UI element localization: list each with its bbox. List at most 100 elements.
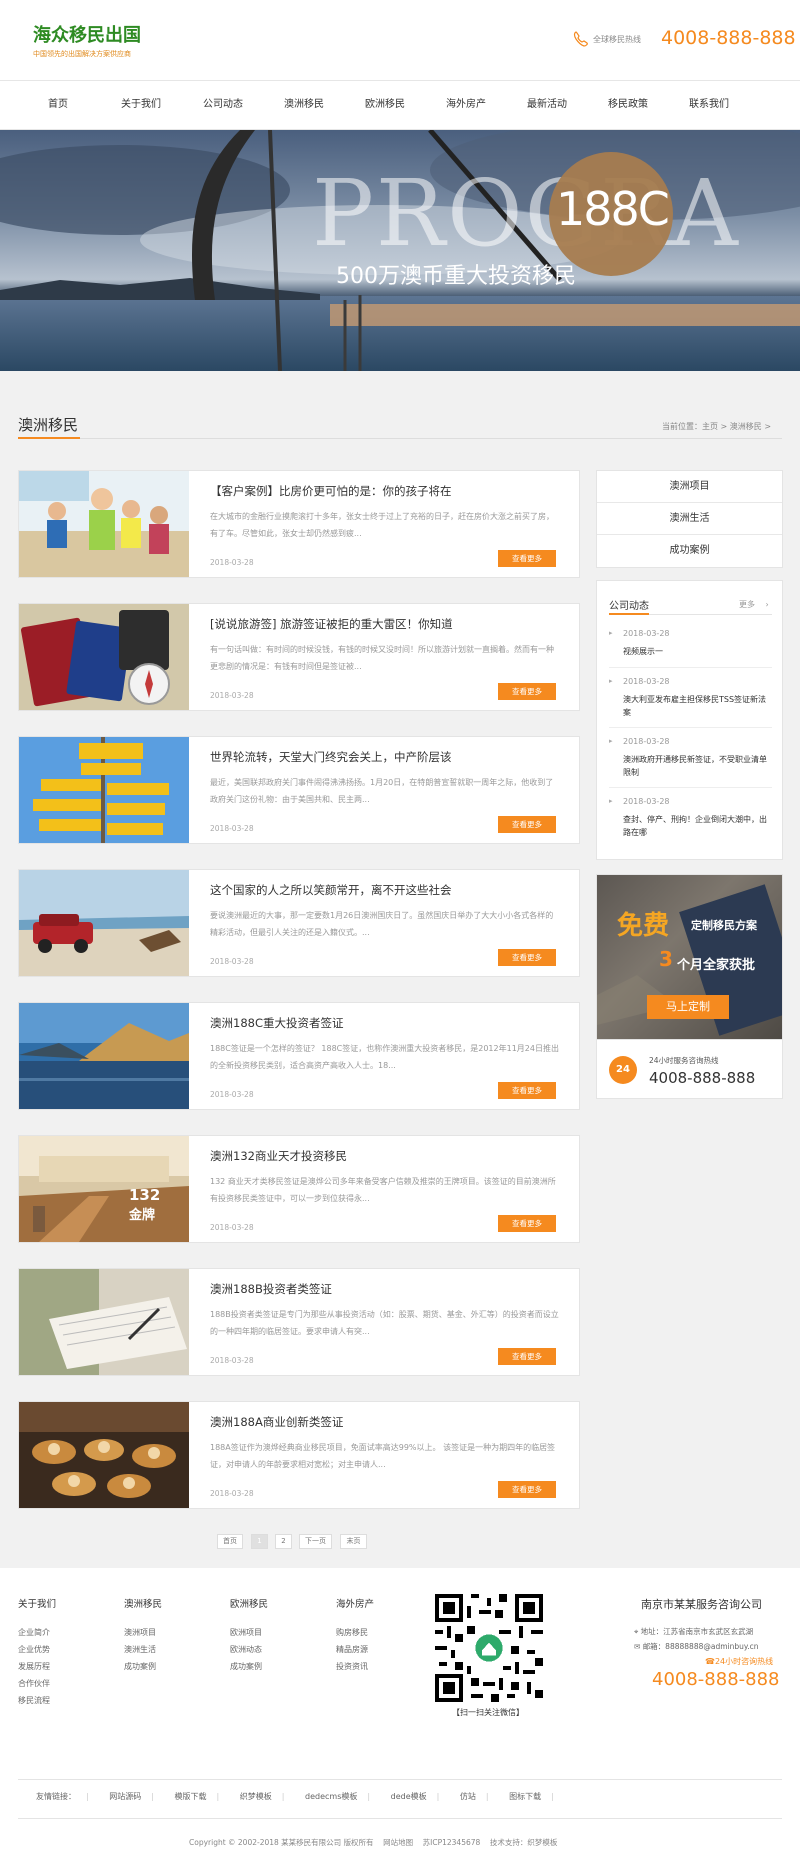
friend-link[interactable]: 图标下载: [509, 1792, 541, 1801]
nav-item-property[interactable]: 海外房产: [426, 81, 506, 129]
nav-item-australia[interactable]: 澳洲移民: [264, 81, 344, 129]
footer-col-title[interactable]: 欧洲移民: [230, 1596, 268, 1610]
read-more-button[interactable]: 查看更多: [498, 816, 556, 833]
news-item[interactable]: 【客户案例】比房价更可怕的是：你的孩子将在 在大城市的金融行业摸爬滚打十多年，张…: [18, 470, 580, 578]
read-more-button[interactable]: 查看更多: [498, 1082, 556, 1099]
mail-icon: ✉: [634, 1642, 641, 1651]
sidebar-item-projects[interactable]: 澳洲项目: [597, 471, 782, 503]
read-more-button[interactable]: 查看更多: [498, 1215, 556, 1232]
footer-link[interactable]: 企业简介: [18, 1624, 56, 1641]
nav-item-about[interactable]: 关于我们: [101, 81, 181, 129]
news-date: 2018-03-28: [210, 1223, 254, 1232]
more-link-label[interactable]: 更多: [739, 600, 755, 609]
news-thumbnail[interactable]: [19, 471, 189, 577]
news-title[interactable]: 【客户案例】比房价更可怕的是：你的孩子将在: [210, 483, 452, 499]
customize-now-button[interactable]: 马上定制: [647, 995, 729, 1019]
news-date: 2018-03-28: [210, 691, 254, 700]
news-title[interactable]: 澳洲188C重大投资者签证: [210, 1015, 343, 1031]
friend-link[interactable]: 模版下载: [175, 1792, 207, 1801]
news-item[interactable]: 132 金牌 澳洲132商业天才投资移民 132 商业天才类移民签证是澳烨公司多…: [18, 1135, 580, 1243]
sidebar-item-life[interactable]: 澳洲生活: [597, 503, 782, 535]
footer-link[interactable]: 成功案例: [230, 1658, 268, 1675]
news-thumbnail[interactable]: 132 金牌: [19, 1136, 189, 1242]
footer-link[interactable]: 发展历程: [18, 1658, 56, 1675]
arrow-icon: ▸: [609, 677, 613, 685]
sidebar-news-panel: 公司动态 更多 › ▸ 2018-03-28 视频展示一 ▸ 2018-03-2…: [596, 580, 783, 860]
section-divider: [18, 438, 782, 439]
footer-link[interactable]: 澳洲生活: [124, 1641, 162, 1658]
footer-link[interactable]: 欧洲项目: [230, 1624, 268, 1641]
news-item[interactable]: [说说旅游签] 旅游签证被拒的重大雷区！你知道 有一句话叫做：有时间的时候没钱，…: [18, 603, 580, 711]
friend-link[interactable]: dedecms模板: [305, 1792, 357, 1801]
nav-item-policy[interactable]: 移民政策: [588, 81, 668, 129]
friend-link[interactable]: 网站源码: [109, 1792, 141, 1801]
nav-item-contact[interactable]: 联系我们: [669, 81, 749, 129]
news-title[interactable]: 世界轮流转，天堂大门终究会关上，中产阶层该: [210, 749, 452, 765]
nav-item-europe[interactable]: 欧洲移民: [345, 81, 425, 129]
footer-link[interactable]: 投资资讯: [336, 1658, 374, 1675]
footer-col-title[interactable]: 海外房产: [336, 1596, 374, 1610]
footer-col-title[interactable]: 澳洲移民: [124, 1596, 162, 1610]
news-thumbnail[interactable]: [19, 1269, 189, 1375]
news-thumbnail[interactable]: [19, 870, 189, 976]
friend-link[interactable]: 仿站: [460, 1792, 476, 1801]
hero-banner[interactable]: PROGRA 188C 500万澳币重大投资移民: [0, 130, 800, 371]
pager-first[interactable]: 首页: [217, 1534, 243, 1549]
news-title[interactable]: 澳洲188A商业创新类签证: [210, 1414, 343, 1430]
pager-page-2[interactable]: 2: [275, 1534, 292, 1549]
footer-link[interactable]: 购房移民: [336, 1624, 374, 1641]
logo-title[interactable]: 海众移民出国: [33, 21, 141, 47]
footer-address: ⌖ 地址：江苏省南京市玄武区玄武湖: [634, 1626, 753, 1637]
sidebar-item-cases[interactable]: 成功案例: [597, 535, 782, 567]
news-title[interactable]: 澳洲188B投资者类签证: [210, 1281, 332, 1297]
friend-link[interactable]: 织梦模板: [240, 1792, 272, 1801]
news-date: 2018-03-28: [210, 957, 254, 966]
news-title[interactable]: 这个国家的人之所以笑颜常开，离不开这些社会: [210, 882, 452, 898]
footer-link[interactable]: 澳洲项目: [124, 1624, 162, 1641]
news-item[interactable]: 澳洲188A商业创新类签证 188A签证作为澳烨经典商业移民项目，免面试率高达9…: [18, 1401, 580, 1509]
read-more-button[interactable]: 查看更多: [498, 1348, 556, 1365]
thumb-overlay-number: 132: [129, 1186, 161, 1204]
sidebar-news-text[interactable]: 澳洲政府开通移民新签证，不受职业清单限制: [623, 753, 773, 779]
news-title[interactable]: [说说旅游签] 旅游签证被拒的重大雷区！你知道: [210, 616, 453, 632]
sidebar-news-text[interactable]: 视频展示一: [623, 645, 773, 658]
read-more-button[interactable]: 查看更多: [498, 1481, 556, 1498]
friend-link[interactable]: dede模板: [391, 1792, 427, 1801]
news-item[interactable]: 世界轮流转，天堂大门终究会关上，中产阶层该 最近，美国联邦政府关门事件闹得沸沸扬…: [18, 736, 580, 844]
sidebar-news-text[interactable]: 澳大利亚发布雇主担保移民TSS签证新法案: [623, 693, 773, 719]
footer-col-about: 关于我们 企业简介 企业优势 发展历程 合作伙伴 移民流程: [18, 1596, 56, 1709]
news-title[interactable]: 澳洲132商业天才投资移民: [210, 1148, 347, 1164]
friend-links: 友情链接： | 网站源码 | 模版下载 | 织梦模板 | dedecms模板 | dede…: [36, 1791, 572, 1802]
read-more-button[interactable]: 查看更多: [498, 683, 556, 700]
pager-next[interactable]: 下一页: [299, 1534, 332, 1549]
news-thumbnail[interactable]: [19, 737, 189, 843]
news-item[interactable]: 澳洲188C重大投资者签证 188C签证是一个怎样的签证？ 188C签证，也称作…: [18, 1002, 580, 1110]
news-thumbnail[interactable]: [19, 604, 189, 710]
footer-link[interactable]: 合作伙伴: [18, 1675, 56, 1692]
sidebar-ad-banner[interactable]: 免费 定制移民方案 3 个月全家获批 马上定制: [596, 874, 783, 1040]
sidebar-news-divider: [609, 667, 772, 668]
pager-page-1[interactable]: 1: [251, 1534, 268, 1549]
breadcrumb[interactable]: 当前位置：主页 > 澳洲移民 >: [662, 421, 771, 432]
nav-item-home[interactable]: 首页: [18, 81, 98, 129]
footer-link[interactable]: 企业优势: [18, 1641, 56, 1658]
nav-item-news[interactable]: 公司动态: [183, 81, 263, 129]
news-item[interactable]: 这个国家的人之所以笑颜常开，离不开这些社会 要说澳洲最近的大事，那一定要数1月2…: [18, 869, 580, 977]
sidebar-menu: 澳洲项目 澳洲生活 成功案例: [596, 470, 783, 568]
news-summary: 在大城市的金融行业摸爬滚打十多年，张女士终于过上了充裕的日子，赶在房价大涨之前买…: [210, 512, 554, 538]
nav-item-events[interactable]: 最新活动: [507, 81, 587, 129]
news-thumbnail[interactable]: [19, 1003, 189, 1109]
footer-link[interactable]: 欧洲动态: [230, 1641, 268, 1658]
footer-col-title[interactable]: 关于我们: [18, 1596, 56, 1610]
news-thumbnail[interactable]: [19, 1402, 189, 1508]
footer-link[interactable]: 精品房源: [336, 1641, 374, 1658]
footer-link[interactable]: 成功案例: [124, 1658, 162, 1675]
sidebar-news-more-link[interactable]: 更多 ›: [739, 599, 769, 610]
read-more-button[interactable]: 查看更多: [498, 550, 556, 567]
read-more-button[interactable]: 查看更多: [498, 949, 556, 966]
pager-last[interactable]: 末页: [340, 1534, 367, 1549]
footer-link[interactable]: 移民流程: [18, 1692, 56, 1709]
footer-hotline-number: 4008-888-888: [652, 1669, 780, 1690]
news-item[interactable]: 澳洲188B投资者类签证 188B投资者类签证是专门为那些从事投资活动（如：股票…: [18, 1268, 580, 1376]
sidebar-news-text[interactable]: 查封、停产、刑拘！企业倒闭大潮中，出路在哪: [623, 813, 773, 839]
